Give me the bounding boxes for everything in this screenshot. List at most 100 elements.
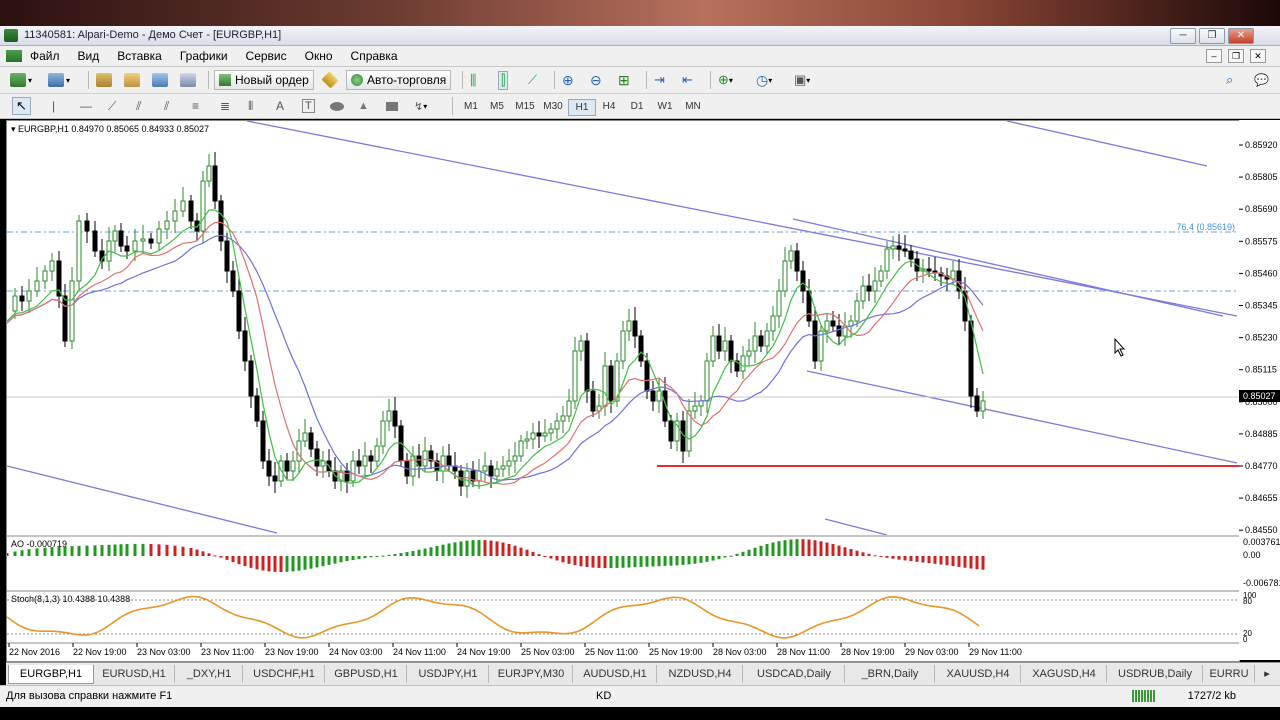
candle-body[interactable]	[62, 295, 68, 342]
candle-body[interactable]	[49, 260, 55, 272]
label-tool[interactable]: T	[302, 96, 315, 116]
menu-help[interactable]: Справка	[351, 49, 398, 63]
candle-body[interactable]	[206, 165, 212, 182]
chat-button[interactable]: 💬	[1254, 70, 1269, 90]
candle-body[interactable]	[172, 210, 178, 222]
candle-body[interactable]	[422, 450, 428, 467]
candle-body[interactable]	[536, 432, 542, 437]
tab-nzdusd-h4[interactable]: NZDUSD,H4	[658, 665, 743, 683]
candle-body[interactable]	[362, 455, 368, 467]
timeframe-h1[interactable]: H1	[568, 99, 596, 116]
navigator-button[interactable]	[152, 70, 168, 90]
bar-chart-button[interactable]: ⫼	[470, 70, 476, 90]
channel-bottom-extension[interactable]	[824, 518, 888, 535]
candle-body[interactable]	[608, 365, 614, 402]
candle-body[interactable]	[84, 220, 90, 232]
candle-body[interactable]	[974, 395, 980, 412]
tab-eurgbp-h1[interactable]: EURGBP,H1	[8, 665, 94, 684]
candle-body[interactable]	[506, 460, 512, 467]
candle-body[interactable]	[132, 240, 138, 252]
candle-body[interactable]	[740, 355, 746, 372]
candle-body[interactable]	[884, 248, 890, 272]
candle-body[interactable]	[224, 240, 230, 272]
menu-file[interactable]: Файл	[30, 49, 60, 63]
candle-body[interactable]	[302, 432, 308, 442]
candle-body[interactable]	[118, 230, 124, 247]
candle-body[interactable]	[578, 340, 584, 352]
candle-body[interactable]	[164, 220, 170, 230]
candle-body[interactable]	[656, 390, 662, 402]
rectangle-tool[interactable]	[386, 96, 398, 116]
candle-body[interactable]	[236, 290, 242, 332]
timeframe-m15[interactable]: M15	[512, 99, 538, 114]
terminal-button[interactable]	[180, 70, 196, 90]
candle-body[interactable]	[12, 295, 18, 312]
text-tool[interactable]: A	[276, 96, 284, 116]
cursor-tool[interactable]: ↖	[12, 96, 31, 116]
timeframe-h4[interactable]: H4	[596, 99, 622, 114]
candle-body[interactable]	[284, 460, 290, 472]
tab-brn-daily[interactable]: _BRN,Daily	[846, 665, 935, 683]
upper-trendline[interactable]	[246, 121, 1238, 317]
candle-body[interactable]	[770, 315, 776, 332]
fibo-fan-tool[interactable]: ≣	[220, 96, 230, 116]
candle-body[interactable]	[980, 400, 986, 412]
candle-body[interactable]	[782, 260, 788, 292]
data-window-button[interactable]	[124, 70, 140, 90]
candle-body[interactable]	[590, 390, 596, 412]
candle-body[interactable]	[19, 295, 25, 302]
candle-body[interactable]	[644, 360, 650, 392]
meta-editor-button[interactable]	[321, 70, 339, 90]
zoom-in-button[interactable]: ⊕	[562, 70, 574, 90]
tab-xagusd-h4[interactable]: XAGUSD,H4	[1022, 665, 1107, 683]
candle-body[interactable]	[494, 468, 500, 477]
candle-body[interactable]	[794, 250, 800, 272]
candle-body[interactable]	[180, 200, 186, 212]
candle-body[interactable]	[572, 350, 578, 402]
candle-body[interactable]	[34, 280, 40, 292]
candle-body[interactable]	[698, 400, 704, 407]
candle-body[interactable]	[836, 325, 842, 337]
candle-body[interactable]	[890, 245, 896, 250]
maximize-button[interactable]: ❐	[1199, 28, 1225, 44]
menu-window[interactable]: Окно	[305, 49, 333, 63]
candle-body[interactable]	[530, 432, 536, 440]
candle-body[interactable]	[566, 400, 572, 417]
candle-body[interactable]	[266, 460, 272, 477]
horizontal-line-tool[interactable]: —	[80, 96, 92, 116]
candle-body[interactable]	[488, 465, 494, 477]
tab-usdjpy-h1[interactable]: USDJPY,H1	[408, 665, 489, 683]
candle-body[interactable]	[812, 320, 818, 362]
tab-gbpusd-h1[interactable]: GBPUSD,H1	[326, 665, 407, 683]
candle-body[interactable]	[242, 330, 248, 362]
candle-body[interactable]	[446, 455, 452, 467]
candle-body[interactable]	[788, 250, 794, 262]
candle-body[interactable]	[230, 270, 236, 292]
candle-body[interactable]	[248, 360, 254, 397]
indicators-button[interactable]: ⊕ ▾	[718, 70, 733, 90]
profiles-button[interactable]: ▾	[48, 70, 70, 90]
channel-bottom-line[interactable]	[806, 370, 1238, 464]
child-restore-button[interactable]: ❐	[1228, 49, 1244, 63]
candle-body[interactable]	[212, 165, 218, 202]
timeframe-w1[interactable]: W1	[652, 99, 678, 114]
candle-body[interactable]	[350, 460, 356, 482]
tab-eurru[interactable]: EURRU	[1204, 665, 1255, 683]
candle-body[interactable]	[200, 180, 206, 232]
new-chart-button[interactable]: ▾	[10, 70, 32, 90]
candle-body[interactable]	[626, 320, 632, 332]
close-button[interactable]: ✕	[1228, 28, 1254, 44]
candle-body[interactable]	[356, 460, 362, 467]
candlestick-button[interactable]: ⫿	[498, 70, 509, 90]
candle-body[interactable]	[668, 420, 674, 442]
crosshair-tool[interactable]: |	[52, 96, 55, 116]
line-chart-button[interactable]: ⟋	[528, 70, 537, 90]
candle-body[interactable]	[512, 455, 518, 462]
candle-body[interactable]	[728, 340, 734, 362]
candle-body[interactable]	[254, 395, 260, 422]
candle-body[interactable]	[620, 330, 626, 362]
candle-body[interactable]	[878, 270, 884, 282]
timeframe-d1[interactable]: D1	[624, 99, 650, 114]
child-minimize-button[interactable]: –	[1206, 49, 1222, 63]
arrows-tool[interactable]: ↯ ▾	[414, 96, 427, 116]
